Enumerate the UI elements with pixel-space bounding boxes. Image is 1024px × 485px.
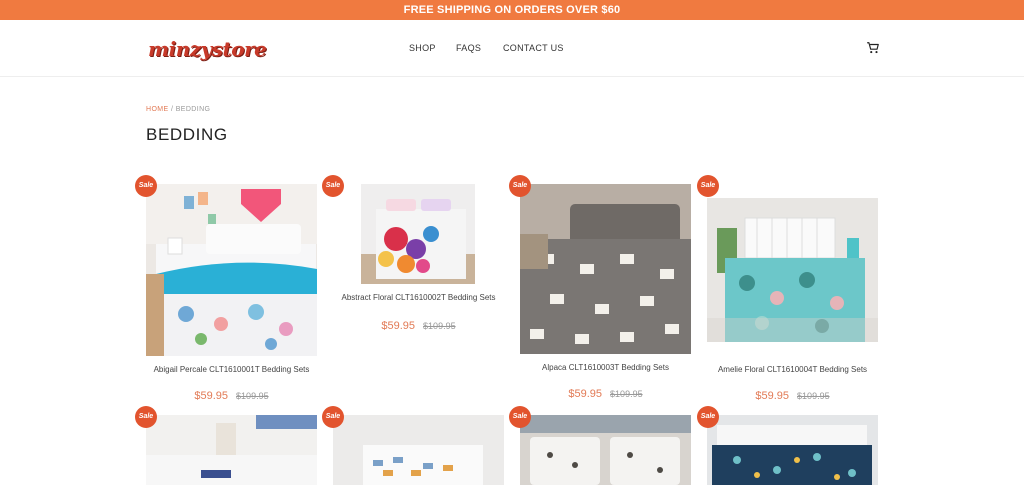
product-name[interactable]: Alpaca CLT1610003T Bedding Sets (520, 363, 691, 372)
product-name[interactable]: Abstract Floral CLT1610002T Bedding Sets (333, 293, 504, 302)
original-price: $109.95 (423, 321, 456, 331)
sale-badge: Sale (509, 406, 531, 428)
sale-badge: Sale (697, 175, 719, 197)
product-image-alpaca[interactable] (520, 184, 691, 354)
product-image-abigail[interactable] (146, 184, 317, 356)
original-price: $109.95 (610, 389, 643, 399)
breadcrumb: HOME / BEDDING (146, 106, 210, 113)
product-name[interactable]: Amelie Floral CLT1610004T Bedding Sets (707, 365, 878, 374)
product-image[interactable] (333, 415, 504, 485)
product-price: $59.95 $109.95 (520, 384, 691, 402)
product-price: $59.95 $109.95 (146, 386, 317, 404)
original-price: $109.95 (236, 391, 269, 401)
product-image[interactable] (707, 415, 878, 485)
sale-price: $59.95 (381, 320, 416, 332)
product-image-amelie-floral[interactable] (707, 198, 878, 342)
sale-badge: Sale (697, 406, 719, 428)
sale-price: $59.95 (755, 390, 790, 402)
sale-price: $59.95 (568, 388, 603, 400)
product-image-abstract-floral[interactable] (361, 184, 475, 284)
site-header: minzystore SHOP FAQS CONTACT US (0, 20, 1024, 77)
sale-badge: Sale (322, 406, 344, 428)
sale-badge: Sale (322, 175, 344, 197)
product-image[interactable] (520, 415, 691, 485)
sale-badge: Sale (509, 175, 531, 197)
breadcrumb-separator: / (170, 106, 174, 113)
cart-icon[interactable] (866, 41, 880, 55)
product-price: $59.95 $109.95 (707, 386, 878, 404)
breadcrumb-current: BEDDING (175, 106, 211, 113)
nav-shop[interactable]: SHOP (409, 43, 436, 53)
store-logo[interactable]: minzystore (148, 37, 267, 61)
promo-bar: FREE SHIPPING ON ORDERS OVER $60 (0, 0, 1024, 20)
page-title: BEDDING (146, 125, 228, 144)
sale-badge: Sale (135, 406, 157, 428)
product-price: $59.95 $109.95 (333, 316, 504, 334)
product-image[interactable] (146, 415, 317, 485)
breadcrumb-home[interactable]: HOME (146, 106, 169, 113)
nav-contact-us[interactable]: CONTACT US (503, 43, 564, 53)
product-name[interactable]: Abigail Percale CLT1610001T Bedding Sets (146, 365, 317, 374)
sale-price: $59.95 (194, 390, 229, 402)
nav-faqs[interactable]: FAQS (456, 43, 481, 53)
original-price: $109.95 (797, 391, 830, 401)
sale-badge: Sale (135, 175, 157, 197)
